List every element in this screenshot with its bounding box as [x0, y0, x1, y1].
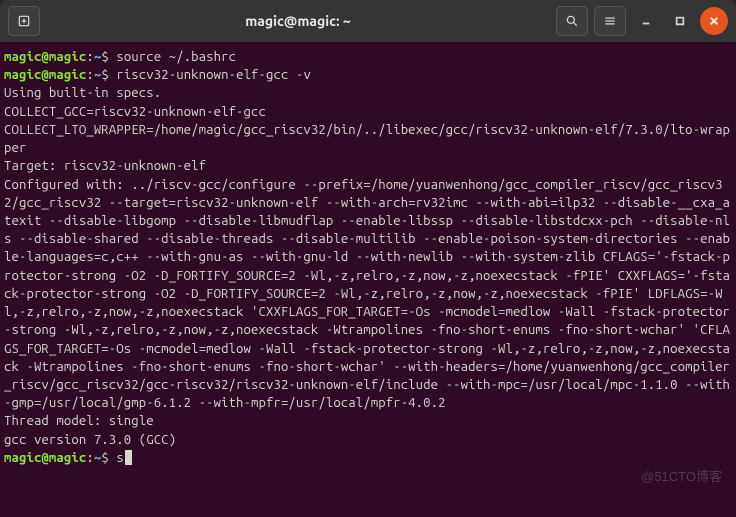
command-text: s — [116, 451, 124, 465]
window-title: magic@magic: ~ — [46, 13, 550, 29]
search-icon — [565, 14, 579, 28]
output-text: COLLECT_LTO_WRAPPER=/home/magic/gcc_risc… — [4, 123, 730, 155]
maximize-icon — [675, 16, 685, 26]
terminal-output-line: COLLECT_GCC=riscv32-unknown-elf-gcc — [4, 103, 732, 121]
prompt-user-host: magic@magic — [4, 68, 86, 82]
terminal-output-line: Target: riscv32-unknown-elf — [4, 157, 732, 175]
output-text: Configured with: ../riscv-gcc/configure … — [4, 178, 730, 411]
menu-button[interactable] — [594, 6, 626, 36]
prompt-separator: : — [86, 68, 94, 82]
titlebar: magic@magic: ~ — [0, 0, 736, 42]
terminal-command-line: magic@magic:~$ riscv32-unknown-elf-gcc -… — [4, 66, 732, 84]
output-text: gcc version 7.3.0 (GCC) — [4, 433, 176, 447]
new-tab-icon — [17, 14, 31, 28]
prompt-dollar: $ — [101, 451, 116, 465]
terminal-output-line: COLLECT_LTO_WRAPPER=/home/magic/gcc_risc… — [4, 121, 732, 157]
close-button[interactable] — [700, 7, 728, 35]
prompt-dollar: $ — [101, 50, 116, 64]
prompt-separator: : — [86, 50, 94, 64]
terminal-output-line: Configured with: ../riscv-gcc/configure … — [4, 176, 732, 413]
terminal-command-line: magic@magic:~$ s — [4, 449, 732, 467]
terminal-viewport[interactable]: magic@magic:~$ source ~/.bashrcmagic@mag… — [0, 42, 736, 517]
terminal-output-line: Thread model: single — [4, 412, 732, 430]
terminal-output-line: gcc version 7.3.0 (GCC) — [4, 431, 732, 449]
hamburger-icon — [603, 14, 617, 28]
prompt-dollar: $ — [101, 68, 116, 82]
prompt-user-host: magic@magic — [4, 50, 86, 64]
prompt-user-host: magic@magic — [4, 451, 86, 465]
minimize-button[interactable] — [632, 7, 660, 35]
search-button[interactable] — [556, 6, 588, 36]
terminal-output-line: Using built-in specs. — [4, 84, 732, 102]
maximize-button[interactable] — [666, 7, 694, 35]
command-text: source ~/.bashrc — [116, 50, 236, 64]
close-icon — [709, 16, 719, 26]
command-text: riscv32-unknown-elf-gcc -v — [116, 68, 311, 82]
minimize-icon — [641, 16, 651, 26]
output-text: COLLECT_GCC=riscv32-unknown-elf-gcc — [4, 105, 266, 119]
prompt-separator: : — [86, 451, 94, 465]
output-text: Using built-in specs. — [4, 86, 161, 100]
cursor — [125, 450, 132, 465]
new-tab-button[interactable] — [8, 6, 40, 36]
terminal-command-line: magic@magic:~$ source ~/.bashrc — [4, 48, 732, 66]
output-text: Thread model: single — [4, 414, 154, 428]
output-text: Target: riscv32-unknown-elf — [4, 159, 206, 173]
